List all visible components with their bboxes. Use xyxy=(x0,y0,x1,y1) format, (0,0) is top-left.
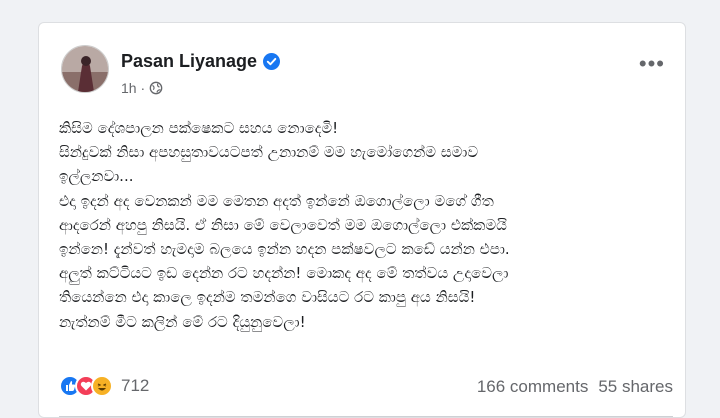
reaction-count: 712 xyxy=(121,376,150,395)
feed-background: Pasan Liyanage 1h · ••• කිසිම දේශපාලන පක… xyxy=(0,0,720,418)
haha-icon xyxy=(91,375,113,397)
divider xyxy=(59,416,673,417)
post-footer: 712 166 comments 55 shares xyxy=(59,375,673,405)
post-stats: 166 comments 55 shares xyxy=(477,377,673,397)
post-text: කිසිම දේශපාලන පක්ෂෙකට සහය නොදෙමි! සින්දු… xyxy=(59,119,510,331)
verified-badge-icon xyxy=(263,53,281,70)
author-name[interactable]: Pasan Liyanage xyxy=(121,51,257,72)
comments-count[interactable]: 166 comments xyxy=(477,377,589,397)
post-card: Pasan Liyanage 1h · ••• කිසිම දේශපාලන පක… xyxy=(38,22,686,418)
post-time[interactable]: 1h · xyxy=(121,80,145,96)
shares-count[interactable]: 55 shares xyxy=(598,377,673,397)
more-options-icon[interactable]: ••• xyxy=(639,53,665,75)
reactions-summary[interactable]: 712 xyxy=(59,375,149,397)
avatar[interactable] xyxy=(61,45,109,93)
post-meta: 1h · xyxy=(121,80,163,96)
author-row: Pasan Liyanage xyxy=(121,51,281,72)
globe-icon xyxy=(149,81,163,95)
